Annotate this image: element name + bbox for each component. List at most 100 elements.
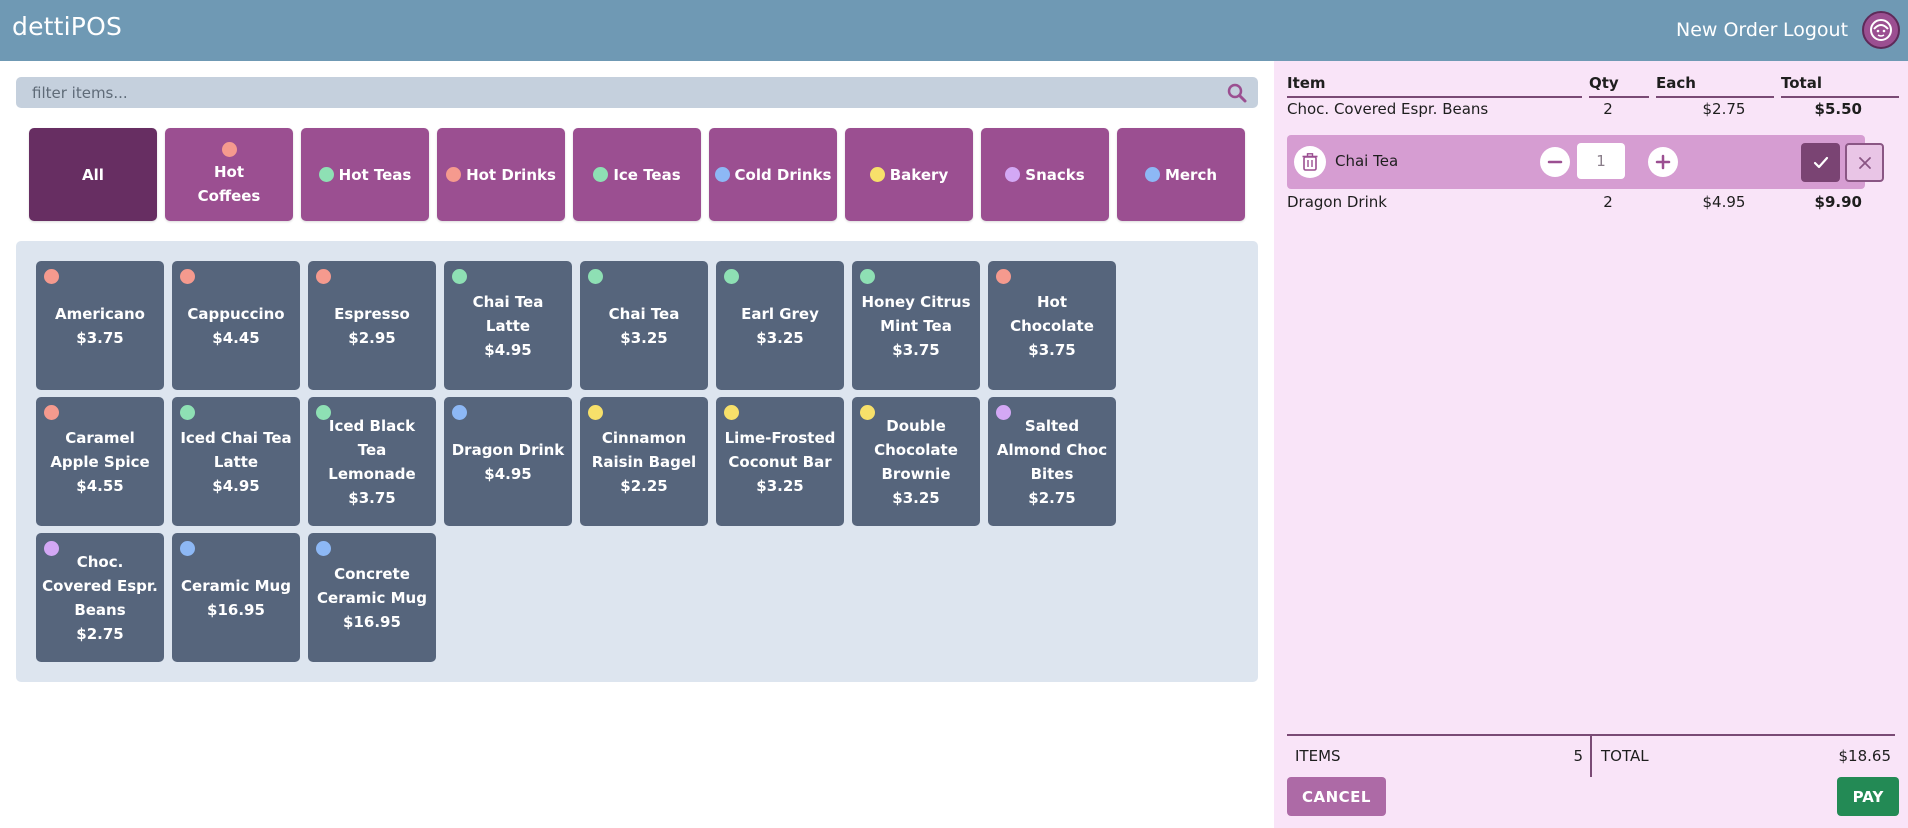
menu-item-tile[interactable]: Earl Grey $3.25 [716, 261, 844, 390]
column-header-total: Total [1781, 74, 1899, 98]
menu-item-name: Chai Tea [608, 304, 680, 323]
menu-item-tile[interactable]: Cappuccino $4.45 [172, 261, 300, 390]
column-header-qty: Qty [1589, 74, 1649, 98]
menu-item-name: Hot Chocolate [1010, 292, 1094, 335]
menu-item-name: Earl Grey [741, 304, 819, 323]
category-label: Snacks [1025, 165, 1085, 184]
menu-item-price: $3.75 [892, 340, 940, 359]
app-header: dettiPOS New Order Logout [0, 0, 1908, 61]
menu-item-price: $2.25 [620, 476, 668, 495]
category-snacks-button[interactable]: Snacks [981, 128, 1109, 221]
remove-item-button[interactable] [1294, 146, 1326, 178]
category-bakery-button[interactable]: Bakery [845, 128, 973, 221]
logout-link[interactable]: Logout [1783, 19, 1848, 41]
menu-item-tile[interactable]: Choc. Covered Espr. Beans $2.75 [36, 533, 164, 662]
menu-item-price: $3.25 [756, 328, 804, 347]
menu-item-price: $3.25 [892, 488, 940, 507]
category-color-dot-icon [714, 167, 730, 182]
menu-item-name: Iced Black Tea Lemonade [328, 416, 416, 483]
order-line-total: $9.90 [1814, 193, 1862, 211]
quantity-input[interactable] [1577, 143, 1625, 179]
menu-item-tile[interactable]: Americano $3.75 [36, 261, 164, 390]
category-color-dot-icon [860, 405, 875, 420]
category-hot-teas-button[interactable]: Hot Teas [301, 128, 429, 221]
cancel-edit-button[interactable] [1845, 143, 1884, 182]
category-color-dot-icon [180, 541, 195, 556]
category-color-dot-icon [44, 269, 59, 284]
plus-icon [1655, 154, 1671, 170]
category-ice-teas-button[interactable]: Ice Teas [573, 128, 701, 221]
category-color-dot-icon [44, 405, 59, 420]
menu-item-tile[interactable]: Honey Citrus Mint Tea $3.75 [852, 261, 980, 390]
category-merch-button[interactable]: Merch [1117, 128, 1245, 221]
category-label: Bakery [889, 165, 949, 184]
cancel-order-button[interactable]: CANCEL [1287, 777, 1386, 816]
menu-item-price: $3.75 [76, 328, 124, 347]
pay-button[interactable]: PAY [1837, 777, 1899, 816]
total-label: TOTAL [1601, 747, 1649, 765]
menu-item-name: Choc. Covered Espr. Beans [42, 552, 158, 619]
menu-item-price: $4.55 [76, 476, 124, 495]
category-label: Hot Teas [338, 165, 412, 184]
menu-item-name: Double Chocolate Brownie [874, 416, 958, 483]
category-label: Ice Teas [613, 165, 681, 184]
menu-item-tile[interactable]: Concrete Ceramic Mug $16.95 [308, 533, 436, 662]
category-color-dot-icon [316, 405, 331, 420]
menu-item-tile[interactable]: Iced Chai Tea Latte $4.95 [172, 397, 300, 526]
menu-item-name: Cappuccino [187, 304, 285, 323]
order-line-each: $4.95 [1702, 193, 1746, 211]
menu-item-tile[interactable]: Lime-Frosted Coconut Bar $3.25 [716, 397, 844, 526]
trash-icon [1302, 153, 1318, 171]
menu-item-tile[interactable]: Caramel Apple Spice $4.55 [36, 397, 164, 526]
menu-item-name: Honey Citrus Mint Tea [861, 292, 971, 335]
check-icon [1813, 156, 1828, 168]
order-line-total: $5.50 [1814, 100, 1862, 118]
order-line-item[interactable]: Choc. Covered Espr. Beans [1287, 100, 1488, 118]
menu-item-price: $2.75 [1028, 488, 1076, 507]
category-color-dot-icon [44, 541, 59, 556]
menu-item-tile[interactable]: Chai Tea $3.25 [580, 261, 708, 390]
category-color-dot-icon [724, 269, 739, 284]
menu-item-tile[interactable]: Dragon Drink $4.95 [444, 397, 572, 526]
category-color-dot-icon [180, 269, 195, 284]
avatar[interactable] [1862, 11, 1900, 49]
category-all-button[interactable]: All [29, 128, 157, 221]
category-color-dot-icon [316, 541, 331, 556]
menu-item-tile[interactable]: Cinnamon Raisin Bagel $2.25 [580, 397, 708, 526]
order-line-qty: 2 [1603, 193, 1613, 211]
app-logo: dettiPOS [12, 12, 123, 41]
category-color-dot-icon [593, 167, 609, 182]
search-input[interactable] [32, 81, 1212, 104]
category-label: Hot Drinks [466, 165, 556, 184]
menu-item-name: Espresso [334, 304, 410, 323]
menu-item-tile[interactable]: Chai Tea Latte $4.95 [444, 261, 572, 390]
menu-item-tile[interactable]: Hot Chocolate $3.75 [988, 261, 1116, 390]
order-line-item[interactable]: Dragon Drink [1287, 193, 1387, 211]
increase-qty-button[interactable] [1648, 147, 1678, 177]
menu-item-tile[interactable]: Iced Black Tea Lemonade $3.75 [308, 397, 436, 526]
menu-item-tile[interactable]: Double Chocolate Brownie $3.25 [852, 397, 980, 526]
menu-item-price: $3.25 [620, 328, 668, 347]
category-color-dot-icon [996, 405, 1011, 420]
column-header-item: Item [1287, 74, 1582, 98]
new-order-link[interactable]: New Order [1676, 19, 1777, 41]
category-color-dot-icon [446, 167, 462, 182]
category-color-dot-icon [588, 269, 603, 284]
confirm-edit-button[interactable] [1801, 143, 1840, 182]
category-color-dot-icon [996, 269, 1011, 284]
close-icon [1858, 156, 1871, 169]
menu-item-tile[interactable]: Espresso $2.95 [308, 261, 436, 390]
menu-item-name: Chai Tea Latte [472, 292, 544, 335]
decrease-qty-button[interactable] [1540, 147, 1570, 177]
category-hot-drinks-button[interactable]: Hot Drinks [437, 128, 565, 221]
menu-item-tile[interactable]: Salted Almond Choc Bites $2.75 [988, 397, 1116, 526]
order-line-each: $2.75 [1702, 100, 1746, 118]
category-color-dot-icon [1144, 167, 1160, 182]
category-hot-coffees-button[interactable]: Hot Coffees [165, 128, 293, 221]
search-icon[interactable] [1226, 82, 1248, 104]
menu-item-price: $4.95 [484, 340, 532, 359]
category-color-dot-icon [860, 269, 875, 284]
minus-icon [1547, 160, 1563, 164]
category-cold-drinks-button[interactable]: Cold Drinks [709, 128, 837, 221]
menu-item-tile[interactable]: Ceramic Mug $16.95 [172, 533, 300, 662]
